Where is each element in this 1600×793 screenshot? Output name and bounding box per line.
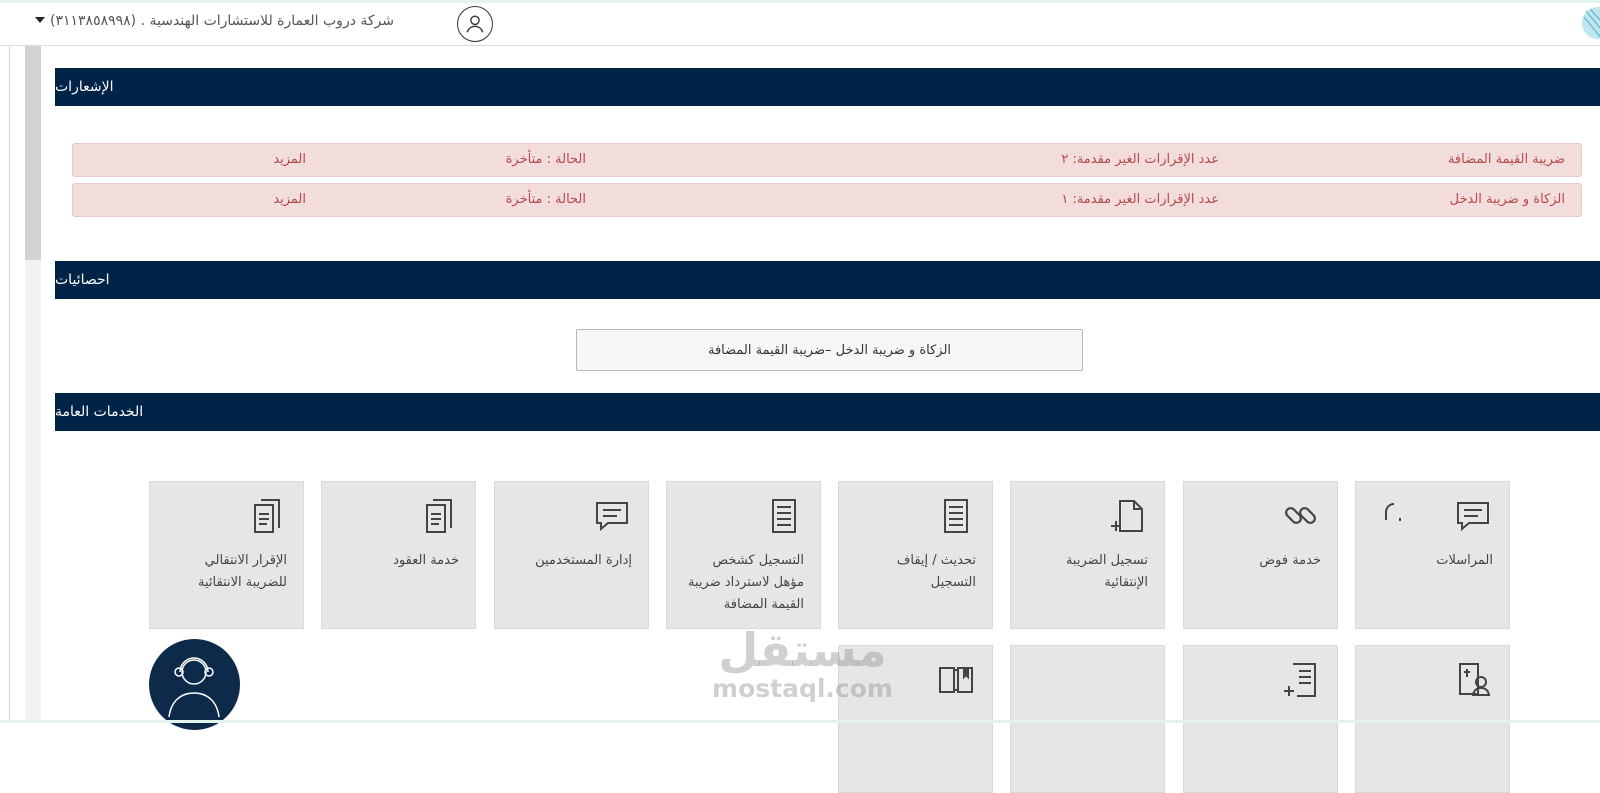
notification-count: عدد الإقرارات الغير مقدمة: ٢ — [1061, 152, 1219, 167]
link-icon — [1283, 498, 1319, 534]
scrollbar-thumb[interactable] — [25, 46, 41, 260]
tile-row2-1[interactable] — [1355, 645, 1510, 793]
notification-count: عدد الإقرارات الغير مقدمة: ١ — [1061, 192, 1219, 207]
stats-header: احصائيات — [55, 261, 1600, 299]
book-icon — [938, 662, 974, 698]
tile-label: خدمة فوض — [1259, 553, 1321, 568]
tile-transitional-excise-return[interactable]: الإقرار الانتقالي للضريبة الانتقائية — [149, 481, 304, 629]
user-icon[interactable] — [457, 6, 493, 42]
list-add-icon — [1283, 662, 1319, 698]
document-icon — [249, 498, 285, 534]
left-divider — [9, 46, 10, 723]
tile-row2-3[interactable] — [1010, 645, 1165, 793]
document-icon — [421, 498, 457, 534]
tile-excise-registration[interactable]: تسجيل الضريبة الإنتقائية — [1010, 481, 1165, 629]
tile-update-stop-registration[interactable]: تحديث / إيقاف التسجيل — [838, 481, 993, 629]
stats-tab-button[interactable]: الزكاة و ضريبة الدخل –ضريبة القيمة المضا… — [576, 329, 1083, 371]
notification-status: الحالة : متأخرة — [505, 152, 586, 167]
logo-icon — [1576, 3, 1600, 43]
notification-row: ضريبة القيمة المضافة عدد الإقرارات الغير… — [72, 143, 1582, 177]
top-bar: شركة دروب العمارة للاستشارات الهندسية . … — [0, 0, 1600, 46]
watermark-latin: mostaql.com — [712, 674, 893, 703]
tile-label: المراسلات — [1436, 553, 1493, 568]
watermark: مستقل mostaql.com — [705, 625, 900, 710]
services-header: الخدمات العامة — [55, 393, 1600, 431]
notification-status: الحالة : متأخرة — [505, 192, 586, 207]
notification-more-link[interactable]: المزيد — [273, 152, 306, 167]
tile-label: خدمة العقود — [393, 553, 459, 568]
tile-contracts-service[interactable]: خدمة العقود — [321, 481, 476, 629]
tile-row2-2[interactable] — [1183, 645, 1338, 793]
headset-icon — [168, 657, 220, 718]
tile-vat-refund-registration[interactable]: التسجيل كشخص مؤهل لاسترداد ضريبة القيمة … — [666, 481, 821, 629]
tile-label: التسجيل كشخص مؤهل لاسترداد ضريبة القيمة … — [688, 553, 804, 612]
tile-correspondence[interactable]: المراسلات — [1355, 481, 1510, 629]
chat-icon — [1455, 498, 1491, 534]
support-chat-button[interactable] — [149, 639, 240, 730]
notification-more-link[interactable]: المزيد — [273, 192, 306, 207]
notification-row: الزكاة و ضريبة الدخل عدد الإقرارات الغير… — [72, 183, 1582, 217]
document-list-icon — [766, 498, 802, 534]
refresh-icon — [1382, 500, 1406, 528]
tile-label: تسجيل الضريبة الإنتقائية — [1065, 553, 1148, 590]
document-list-icon — [938, 498, 974, 534]
tile-label: الإقرار الانتقالي للضريبة الانتقائية — [198, 553, 287, 590]
company-name[interactable]: شركة دروب العمارة للاستشارات الهندسية . … — [50, 13, 394, 29]
notification-service: الزكاة و ضريبة الدخل — [1449, 192, 1565, 207]
user-invoice-icon — [1455, 662, 1491, 698]
caret-down-icon[interactable] — [35, 17, 45, 23]
tile-label: إدارة المستخدمين — [535, 553, 632, 568]
tile-user-management[interactable]: إدارة المستخدمين — [494, 481, 649, 629]
tile-fawwad-service[interactable]: خدمة فوض — [1183, 481, 1338, 629]
notification-service: ضريبة القيمة المضافة — [1447, 152, 1565, 167]
watermark-arabic: مستقل — [718, 623, 887, 677]
tile-label: تحديث / إيقاف التسجيل — [896, 553, 976, 590]
document-add-icon — [1110, 498, 1146, 534]
chat-icon — [594, 498, 630, 534]
notifications-header: الإشعارات — [55, 68, 1600, 106]
